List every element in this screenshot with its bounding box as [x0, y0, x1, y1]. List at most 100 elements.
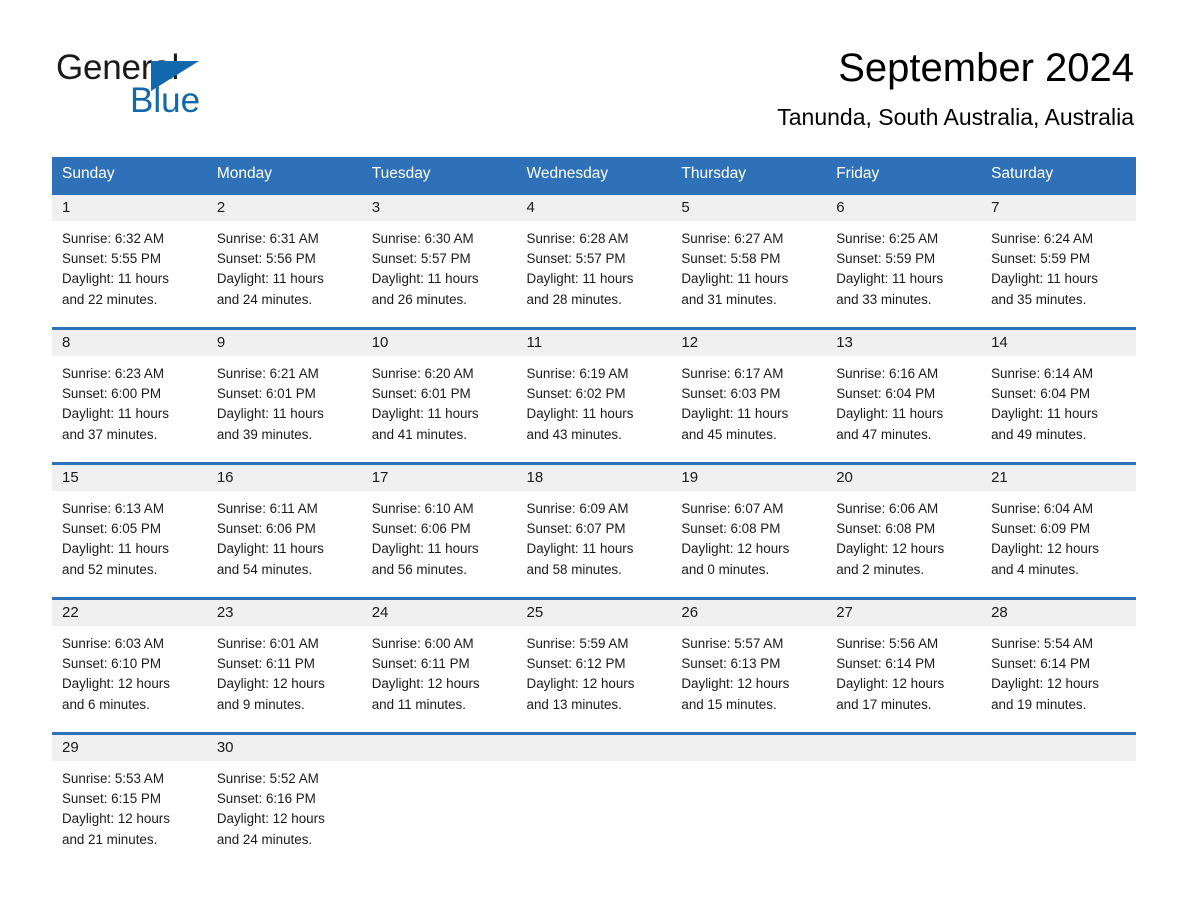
sunset-text: Sunset: 6:08 PM — [681, 521, 781, 537]
day-cell[interactable]: 13 Sunrise: 6:16 AM Sunset: 6:04 PM Dayl… — [826, 327, 982, 462]
sunset-text: Sunset: 5:56 PM — [216, 251, 316, 267]
day-cell[interactable]: 11 Sunrise: 6:19 AM Sunset: 6:02 PM Dayl… — [516, 327, 672, 462]
daylight-text-line2: and 26 minutes. — [371, 291, 467, 307]
day-cell[interactable]: 5 Sunrise: 6:27 AM Sunset: 5:58 PM Dayli… — [671, 192, 827, 327]
sunset-text: Sunset: 5:59 PM — [836, 251, 936, 267]
daylight-text-line1: Daylight: 11 hours — [991, 406, 1098, 422]
day-number: 30 — [206, 735, 362, 761]
day-cell[interactable]: 28 Sunrise: 5:54 AM Sunset: 6:14 PM Dayl… — [981, 597, 1136, 732]
daylight-text-line1: Daylight: 12 hours — [991, 541, 1099, 557]
daylight-text-line1: Daylight: 11 hours — [526, 406, 634, 422]
general-blue-logo[interactable]: General Blue — [56, 50, 206, 120]
daylight-text-line2: and 2 minutes. — [836, 561, 925, 577]
day-cell[interactable]: 6 Sunrise: 6:25 AM Sunset: 5:59 PM Dayli… — [826, 192, 982, 327]
day-cell[interactable]: 29 Sunrise: 5:53 AM Sunset: 6:15 PM Dayl… — [52, 732, 207, 867]
day-number: 5 — [671, 195, 827, 221]
calendar-header-row: Sunday Monday Tuesday Wednesday Thursday… — [52, 157, 1136, 192]
day-cell[interactable]: 12 Sunrise: 6:17 AM Sunset: 6:03 PM Dayl… — [671, 327, 827, 462]
sunrise-text: Sunrise: 6:04 AM — [991, 501, 1094, 516]
sunset-text: Sunset: 6:01 PM — [371, 386, 471, 402]
daylight-text-line1: Daylight: 11 hours — [62, 271, 169, 287]
daylight-text-line2: and 35 minutes. — [991, 291, 1087, 307]
sunrise-text: Sunrise: 5:53 AM — [62, 771, 164, 786]
daylight-text-line1: Daylight: 11 hours — [526, 271, 634, 287]
sunset-text: Sunset: 6:06 PM — [216, 521, 316, 537]
column-header-wednesday: Wednesday — [516, 157, 672, 192]
day-cell[interactable]: 18 Sunrise: 6:09 AM Sunset: 6:07 PM Dayl… — [516, 462, 672, 597]
sunrise-text: Sunrise: 6:20 AM — [371, 366, 474, 381]
day-details: Sunrise: 6:30 AM Sunset: 5:57 PM Dayligh… — [362, 221, 517, 310]
daylight-text-line1: Daylight: 12 hours — [836, 676, 945, 692]
day-number: 14 — [981, 330, 1136, 356]
day-cell[interactable]: 8 Sunrise: 6:23 AM Sunset: 6:00 PM Dayli… — [52, 327, 207, 462]
daylight-text-line2: and 28 minutes. — [526, 291, 622, 307]
logo-text-blue: Blue — [130, 81, 201, 120]
day-number: 24 — [361, 600, 517, 626]
sunrise-text: Sunrise: 5:59 AM — [526, 636, 629, 651]
sunrise-text: Sunrise: 6:32 AM — [62, 231, 164, 246]
day-details: Sunrise: 6:25 AM Sunset: 5:59 PM Dayligh… — [826, 221, 981, 310]
column-header-saturday: Saturday — [981, 157, 1136, 192]
day-cell[interactable]: 23 Sunrise: 6:01 AM Sunset: 6:11 PM Dayl… — [206, 597, 362, 732]
day-number: 9 — [206, 330, 362, 356]
day-details: Sunrise: 6:20 AM Sunset: 6:01 PM Dayligh… — [362, 356, 517, 445]
sunrise-text: Sunrise: 6:19 AM — [526, 366, 629, 381]
day-number: 8 — [52, 330, 207, 356]
day-cell[interactable]: 7 Sunrise: 6:24 AM Sunset: 5:59 PM Dayli… — [981, 192, 1136, 327]
day-details: Sunrise: 6:19 AM Sunset: 6:02 PM Dayligh… — [517, 356, 672, 445]
day-cell[interactable]: 25 Sunrise: 5:59 AM Sunset: 6:12 PM Dayl… — [516, 597, 672, 732]
day-details: Sunrise: 6:28 AM Sunset: 5:57 PM Dayligh… — [517, 221, 672, 310]
daylight-text-line2: and 24 minutes. — [216, 831, 313, 847]
sunrise-text: Sunrise: 6:24 AM — [991, 231, 1094, 246]
day-details: Sunrise: 6:03 AM Sunset: 6:10 PM Dayligh… — [52, 626, 207, 715]
day-cell[interactable]: 10 Sunrise: 6:20 AM Sunset: 6:01 PM Dayl… — [361, 327, 517, 462]
calendar-body: 1 Sunrise: 6:32 AM Sunset: 5:55 PM Dayli… — [52, 192, 1136, 867]
day-cell[interactable]: 30 Sunrise: 5:52 AM Sunset: 6:16 PM Dayl… — [206, 732, 362, 867]
day-cell[interactable]: 9 Sunrise: 6:21 AM Sunset: 6:01 PM Dayli… — [206, 327, 362, 462]
day-details: Sunrise: 6:21 AM Sunset: 6:01 PM Dayligh… — [207, 356, 362, 445]
sunset-text: Sunset: 6:15 PM — [62, 791, 161, 807]
daylight-text-line1: Daylight: 12 hours — [681, 541, 790, 557]
sunset-text: Sunset: 6:03 PM — [681, 386, 781, 402]
daylight-text-line1: Daylight: 11 hours — [681, 406, 789, 422]
daylight-text-line2: and 15 minutes. — [681, 696, 777, 712]
day-cell[interactable]: 19 Sunrise: 6:07 AM Sunset: 6:08 PM Dayl… — [671, 462, 827, 597]
day-cell[interactable]: 3 Sunrise: 6:30 AM Sunset: 5:57 PM Dayli… — [361, 192, 517, 327]
day-cell[interactable]: 14 Sunrise: 6:14 AM Sunset: 6:04 PM Dayl… — [981, 327, 1136, 462]
day-number: 17 — [361, 465, 517, 491]
day-cell[interactable]: 1 Sunrise: 6:32 AM Sunset: 5:55 PM Dayli… — [52, 192, 207, 327]
day-cell[interactable]: 26 Sunrise: 5:57 AM Sunset: 6:13 PM Dayl… — [671, 597, 827, 732]
day-cell-empty — [516, 732, 672, 867]
day-number: 25 — [516, 600, 672, 626]
sunset-text: Sunset: 5:58 PM — [681, 251, 781, 267]
day-number: 4 — [516, 195, 672, 221]
day-number: 28 — [981, 600, 1136, 626]
daylight-text-line2: and 49 minutes. — [991, 426, 1087, 442]
day-cell[interactable]: 27 Sunrise: 5:56 AM Sunset: 6:14 PM Dayl… — [826, 597, 982, 732]
day-cell[interactable]: 16 Sunrise: 6:11 AM Sunset: 6:06 PM Dayl… — [206, 462, 362, 597]
sunset-text: Sunset: 6:06 PM — [371, 521, 471, 537]
day-cell[interactable]: 15 Sunrise: 6:13 AM Sunset: 6:05 PM Dayl… — [52, 462, 207, 597]
daylight-text-line1: Daylight: 12 hours — [681, 676, 790, 692]
daylight-text-line2: and 43 minutes. — [526, 426, 622, 442]
day-cell[interactable]: 21 Sunrise: 6:04 AM Sunset: 6:09 PM Dayl… — [981, 462, 1136, 597]
day-cell[interactable]: 24 Sunrise: 6:00 AM Sunset: 6:11 PM Dayl… — [361, 597, 517, 732]
day-cell[interactable]: 17 Sunrise: 6:10 AM Sunset: 6:06 PM Dayl… — [361, 462, 517, 597]
day-number — [826, 735, 982, 761]
daylight-text-line2: and 21 minutes. — [62, 831, 158, 847]
daylight-text-line2: and 33 minutes. — [836, 291, 932, 307]
daylight-text-line1: Daylight: 12 hours — [216, 676, 325, 692]
day-cell[interactable]: 2 Sunrise: 6:31 AM Sunset: 5:56 PM Dayli… — [206, 192, 362, 327]
page-subtitle-location: Tanunda, South Australia, Australia — [777, 104, 1134, 130]
day-details: Sunrise: 6:31 AM Sunset: 5:56 PM Dayligh… — [207, 221, 362, 310]
day-cell[interactable]: 20 Sunrise: 6:06 AM Sunset: 6:08 PM Dayl… — [826, 462, 982, 597]
day-number: 3 — [361, 195, 517, 221]
sunrise-text: Sunrise: 6:27 AM — [681, 231, 784, 246]
day-number: 23 — [206, 600, 362, 626]
daylight-text-line1: Daylight: 11 hours — [216, 541, 324, 557]
day-cell[interactable]: 22 Sunrise: 6:03 AM Sunset: 6:10 PM Dayl… — [52, 597, 207, 732]
daylight-text-line2: and 31 minutes. — [681, 291, 777, 307]
day-details: Sunrise: 5:54 AM Sunset: 6:14 PM Dayligh… — [981, 626, 1136, 715]
day-cell[interactable]: 4 Sunrise: 6:28 AM Sunset: 5:57 PM Dayli… — [516, 192, 672, 327]
sunrise-text: Sunrise: 6:21 AM — [216, 366, 319, 381]
